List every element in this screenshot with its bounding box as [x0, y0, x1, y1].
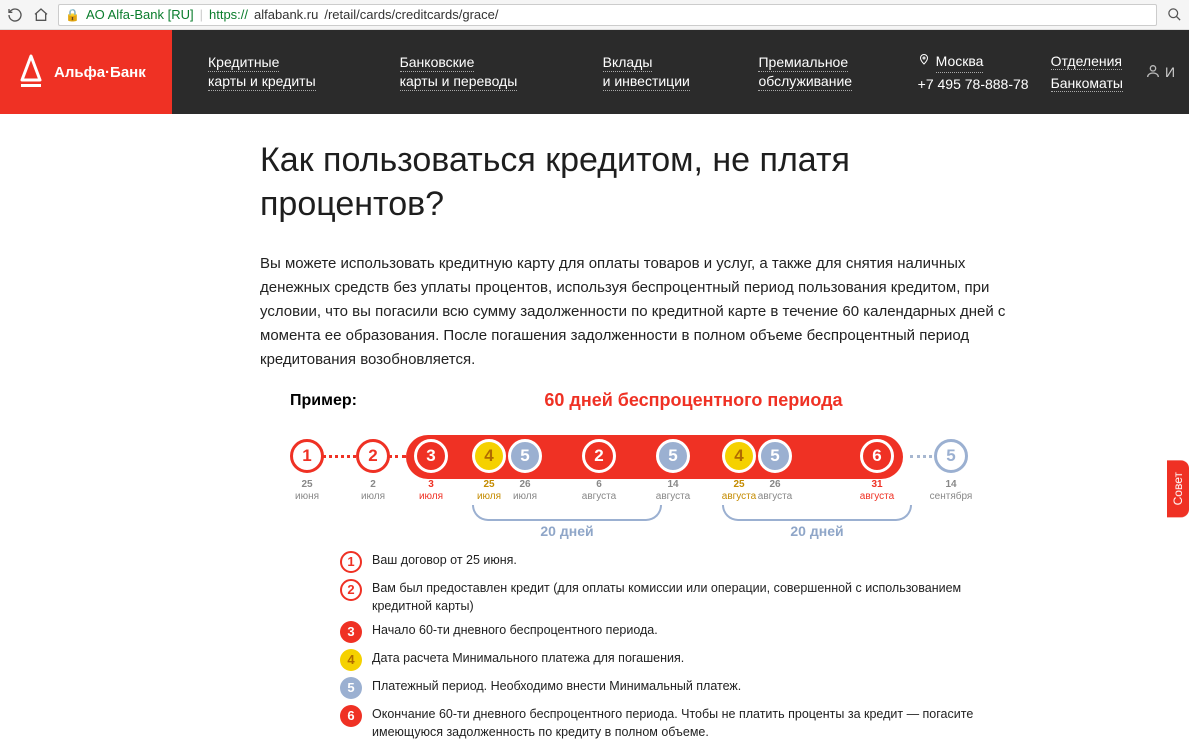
timeline-bracket: 20 дней — [722, 505, 912, 539]
legend-text: Начало 60-ти дневного беспроцентного пер… — [372, 621, 1000, 639]
timeline-marker: 5 — [758, 439, 792, 473]
browser-bar: 🔒 AO Alfa-Bank [RU] | https://alfabank.r… — [0, 0, 1189, 30]
lock-icon: 🔒 — [65, 8, 80, 22]
legend-marker: 5 — [340, 677, 362, 699]
phone-number: +7 495 78-888-78 — [918, 73, 1029, 95]
timeline-date: 2июля — [348, 479, 398, 503]
timeline-date: 25июня — [282, 479, 332, 503]
timeline: 125июня22июля33июля425июля526июля26авгус… — [280, 417, 1000, 547]
reload-icon[interactable] — [6, 6, 24, 24]
legend-row: 2 Вам был предоставлен кредит (для оплаты… — [340, 579, 1000, 615]
legend-marker: 3 — [340, 621, 362, 643]
timeline-date: 3июля — [406, 479, 456, 503]
timeline-marker: 2 — [582, 439, 616, 473]
legend-marker: 6 — [340, 705, 362, 727]
legend-text: Платежный период. Необходимо внести Мини… — [372, 677, 1000, 695]
search-icon[interactable] — [1165, 6, 1183, 24]
intro-paragraph: Вы можете использовать кредитную карту д… — [260, 252, 1020, 372]
timeline-bracket: 20 дней — [472, 505, 662, 539]
home-icon[interactable] — [32, 6, 50, 24]
timeline-date: 26июля — [500, 479, 550, 503]
timeline-marker: 1 — [290, 439, 324, 473]
city-selector[interactable]: Москва — [936, 50, 984, 73]
legend-text: Дата расчета Минимального платежа для по… — [372, 649, 1000, 667]
url-proto: https:// — [209, 7, 248, 22]
timeline-date: 14августа — [648, 479, 698, 503]
timeline-date: 14сентября — [926, 479, 976, 503]
legend-text: Окончание 60-ти дневного беспроцентного … — [372, 705, 1000, 741]
timeline-marker: 6 — [860, 439, 894, 473]
nav-credit-cards[interactable]: Кредитные карты и кредиты — [208, 53, 364, 91]
legend-marker: 1 — [340, 551, 362, 573]
side-tab-advice[interactable]: Совет — [1167, 460, 1189, 517]
legend-row: 6 Окончание 60-ти дневного беспроцентного… — [340, 705, 1000, 741]
timeline-marker: 2 — [356, 439, 390, 473]
page-content: Как пользоваться кредитом, не платя проц… — [80, 114, 1189, 741]
main-nav: Кредитные карты и кредиты Банковские кар… — [172, 30, 918, 114]
timeline-marker: 4 — [722, 439, 756, 473]
legend-row: 5 Платежный период. Необходимо внести Мин… — [340, 677, 1000, 699]
timeline-marker: 3 — [414, 439, 448, 473]
timeline-date: 31августа — [852, 479, 902, 503]
legend-marker: 4 — [340, 649, 362, 671]
timeline-marker: 4 — [472, 439, 506, 473]
timeline-date: 26августа — [750, 479, 800, 503]
logo-mark-icon — [18, 54, 44, 90]
timeline-marker: 5 — [656, 439, 690, 473]
timeline-date: 6августа — [574, 479, 624, 503]
timeline-marker: 5 — [934, 439, 968, 473]
url-host: alfabank.ru — [254, 7, 318, 22]
grace-period-diagram: Пример: 60 дней беспроцентного периода 1… — [260, 390, 1020, 741]
example-label: Пример: — [290, 392, 357, 410]
logo-text: Альфа·Банк — [54, 64, 146, 81]
timeline-marker: 5 — [508, 439, 542, 473]
login-button[interactable]: И — [1145, 63, 1175, 82]
legend-row: 3 Начало 60-ти дневного беспроцентного пе… — [340, 621, 1000, 643]
site-header: Альфа·Банк Кредитные карты и кредиты Бан… — [0, 30, 1189, 114]
link-atms[interactable]: Банкоматы — [1051, 75, 1123, 92]
header-right: Москва +7 495 78-888-78 Отделения Банком… — [918, 30, 1189, 114]
logo[interactable]: Альфа·Банк — [0, 30, 172, 114]
link-branches[interactable]: Отделения — [1051, 53, 1122, 70]
user-icon — [1145, 63, 1161, 82]
url-path: /retail/cards/creditcards/grace/ — [324, 7, 498, 22]
map-pin-icon — [918, 50, 930, 72]
nav-deposits[interactable]: Вклады и инвестиции — [603, 53, 723, 91]
url-input[interactable]: 🔒 AO Alfa-Bank [RU] | https://alfabank.r… — [58, 4, 1157, 26]
login-label: И — [1165, 64, 1175, 80]
nav-premium[interactable]: Премиальное обслуживание — [758, 53, 917, 91]
diagram-title: 60 дней беспроцентного периода — [387, 390, 1000, 411]
legend-marker: 2 — [340, 579, 362, 601]
legend: 1 Ваш договор от 25 июня. 2 Вам был предост… — [340, 551, 1000, 741]
legend-row: 1 Ваш договор от 25 июня. — [340, 551, 1000, 573]
legend-text: Вам был предоставлен кредит (для оплаты … — [372, 579, 1000, 615]
nav-bank-cards[interactable]: Банковские карты и переводы — [400, 53, 567, 91]
page-title: Как пользоваться кредитом, не платя проц… — [260, 138, 1020, 226]
legend-text: Ваш договор от 25 июня. — [372, 551, 1000, 569]
url-org: AO Alfa-Bank [RU] — [86, 7, 194, 22]
legend-row: 4 Дата расчета Минимального платежа для п… — [340, 649, 1000, 671]
